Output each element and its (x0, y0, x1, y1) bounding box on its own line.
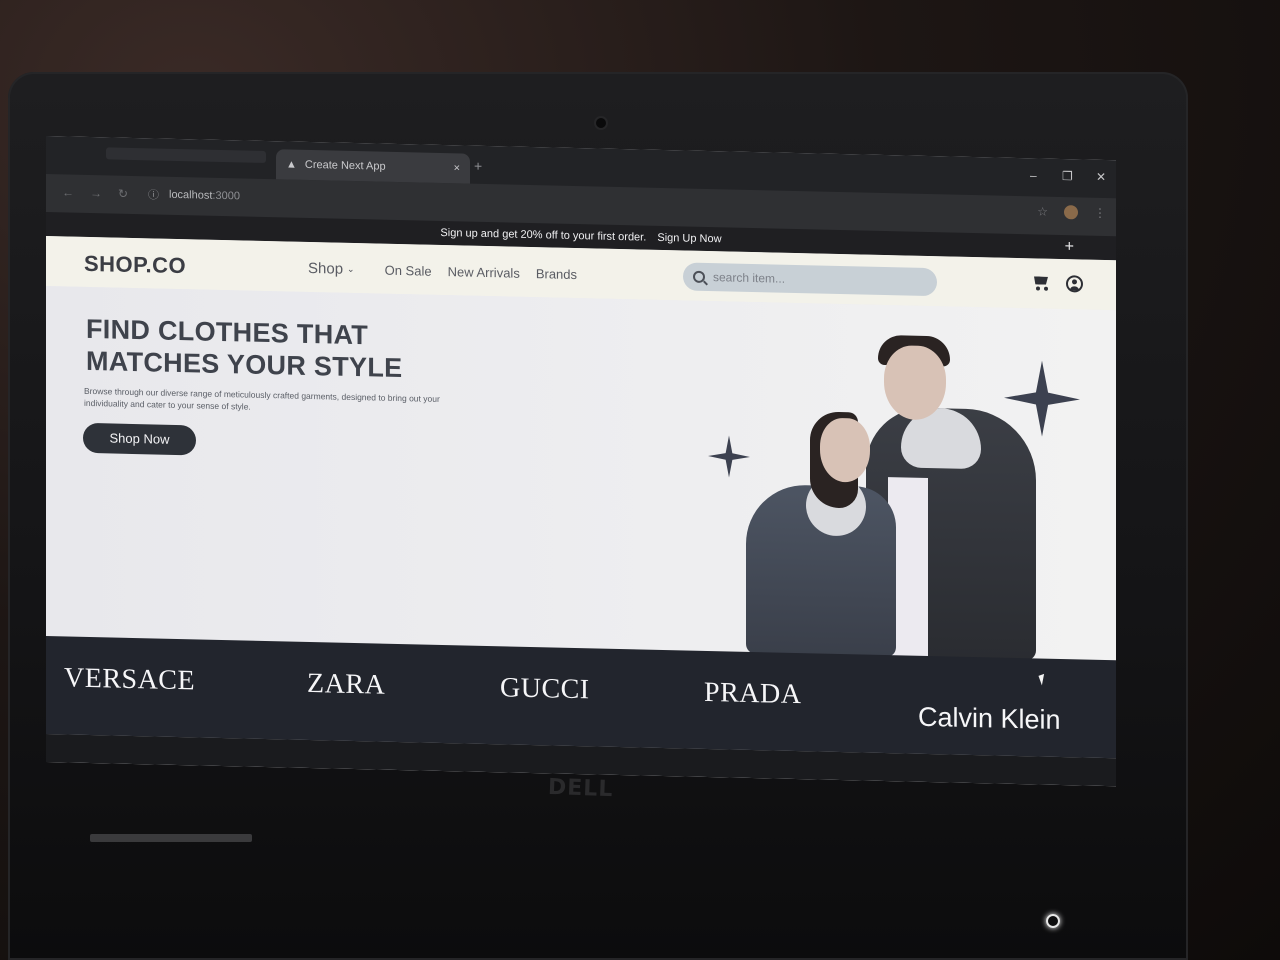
profile-avatar-icon[interactable] (1064, 205, 1078, 220)
address-bar[interactable]: ⓘ localhost:3000 (148, 186, 240, 204)
forward-icon[interactable]: → (90, 186, 102, 200)
nav-new-arrivals[interactable]: New Arrivals (448, 264, 520, 281)
triangle-icon: ▲ (286, 158, 297, 171)
address-port: :3000 (212, 189, 240, 203)
menu-icon[interactable]: ⋮ (1094, 206, 1106, 220)
sign-up-link[interactable]: Sign Up Now (657, 232, 721, 245)
new-tab-icon[interactable]: + (474, 158, 482, 174)
search-icon (693, 270, 705, 283)
close-window-icon[interactable]: ✕ (1096, 170, 1106, 184)
hero-section: FIND CLOTHES THAT MATCHES YOUR STYLE Bro… (46, 286, 1116, 661)
back-icon[interactable]: ← (62, 185, 74, 199)
hero-subtitle: Browse through our diverse range of meti… (84, 385, 440, 412)
header-icons (1032, 274, 1083, 293)
tab-create-next-app[interactable]: ▲ Create Next App × (276, 149, 470, 184)
power-icon (1046, 914, 1060, 928)
reload-icon[interactable]: ↻ (118, 187, 130, 201)
promo-close-icon[interactable]: + (1065, 235, 1074, 259)
nav-on-sale[interactable]: On Sale (385, 263, 432, 279)
nav-shop-label: Shop (308, 259, 344, 278)
shop-now-button[interactable]: Shop Now (83, 422, 196, 456)
brand-gucci[interactable]: GUCCI (500, 672, 590, 706)
nav-brands[interactable]: Brands (536, 266, 577, 282)
laptop-screen: ▲ Create Next App × + – ❐ ✕ ← → ↻ ⓘ loca… (46, 136, 1116, 787)
restore-icon[interactable]: ❐ (1062, 169, 1073, 183)
tab-title: Create Next App (304, 158, 386, 173)
cart-icon[interactable] (1032, 274, 1050, 291)
brand-versace[interactable]: VERSACE (64, 662, 195, 697)
tab-inactive[interactable] (106, 147, 266, 163)
nav-shop[interactable]: Shop ⌄ (308, 260, 355, 278)
info-icon: ⓘ (148, 189, 159, 202)
mouse-cursor-icon (1038, 673, 1048, 686)
search-box[interactable] (683, 262, 937, 297)
webcam (596, 118, 606, 128)
main-nav: Shop ⌄ On Sale New Arrivals Brands (308, 260, 577, 283)
laptop-vent (90, 834, 252, 842)
user-icon[interactable] (1066, 275, 1083, 293)
site-logo[interactable]: SHOP.CO (84, 251, 186, 279)
chevron-down-icon: ⌄ (347, 263, 355, 275)
star-icon[interactable]: ☆ (1037, 204, 1048, 218)
promo-text: Sign up and get 20% off to your first or… (440, 226, 647, 244)
laptop-logo: DELL (547, 774, 614, 803)
tab-close-icon[interactable]: × (454, 162, 460, 174)
brand-zara[interactable]: ZARA (307, 668, 385, 702)
chrome-toolbar: ☆ ⋮ (1037, 204, 1106, 220)
minimize-icon[interactable]: – (1030, 168, 1037, 182)
address-host: localhost (169, 188, 213, 202)
brand-prada[interactable]: PRADA (704, 677, 801, 711)
hero-title: FIND CLOTHES THAT MATCHES YOUR STYLE (86, 313, 506, 387)
search-input[interactable] (713, 270, 913, 289)
brand-calvin-klein[interactable]: Calvin Klein (918, 702, 1061, 736)
hero-models-image (726, 313, 1066, 661)
